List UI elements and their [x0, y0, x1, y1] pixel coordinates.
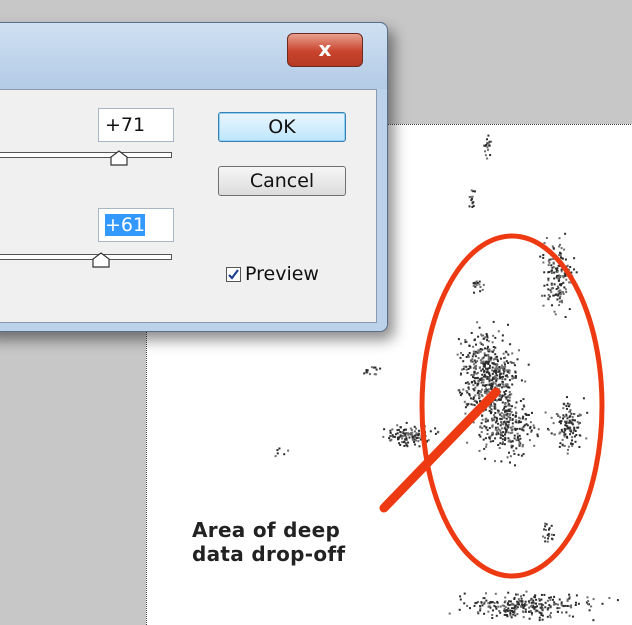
value-field-2-text: +61 [105, 214, 146, 236]
value-field-2[interactable]: +61 [98, 208, 174, 242]
slider-thumb-2[interactable] [92, 252, 110, 268]
value-field-1[interactable]: +71 [98, 108, 174, 142]
checkmark-icon [228, 268, 239, 280]
preview-checkbox-row[interactable]: Preview [226, 262, 319, 286]
annotation-line-1: Area of deep [192, 518, 341, 542]
preview-checkbox[interactable] [226, 266, 241, 282]
cancel-button[interactable]: Cancel [218, 166, 346, 196]
annotation-label: Area of deep data drop-off [192, 518, 362, 566]
preview-label: Preview [245, 263, 319, 285]
dialog-client-area: +71 +61 OK Cancel Preview [0, 89, 377, 323]
slider-track-1[interactable] [0, 152, 172, 158]
levels-dialog: x +71 +61 OK Cancel Preview [0, 22, 388, 332]
value-field-1-text: +71 [105, 114, 146, 136]
slider-thumb-1[interactable] [110, 150, 128, 166]
slider-track-2[interactable] [0, 254, 172, 260]
annotation-line-2: data drop-off [192, 542, 346, 566]
ok-button[interactable]: OK [218, 112, 346, 142]
dialog-titlebar[interactable]: x [0, 23, 387, 89]
close-button[interactable]: x [287, 33, 363, 67]
